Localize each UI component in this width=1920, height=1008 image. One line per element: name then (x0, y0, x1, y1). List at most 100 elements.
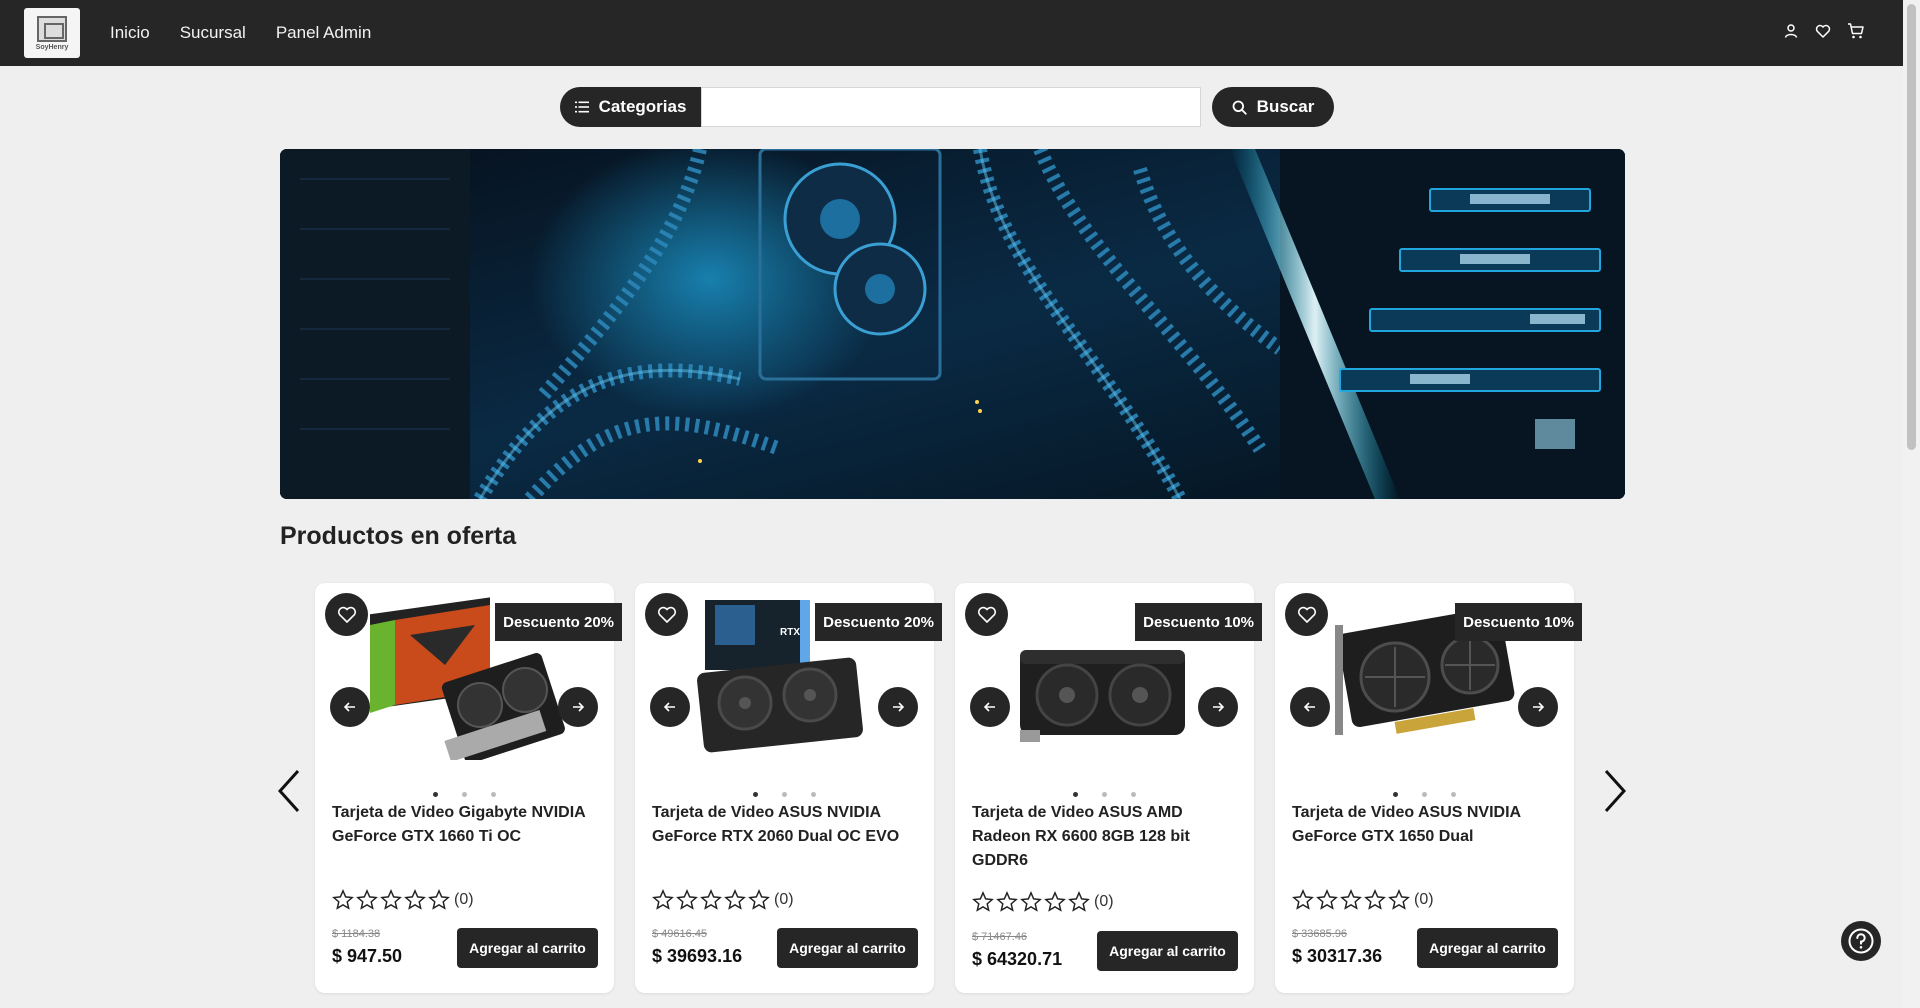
product-name[interactable]: Tarjeta de Video ASUS NVIDIA GeForce RTX… (652, 801, 922, 849)
star-icon[interactable] (996, 891, 1018, 913)
arrow-right-icon (573, 702, 584, 712)
star-icon[interactable] (1068, 891, 1090, 913)
price: $ 30317.36 (1292, 946, 1383, 966)
list-icon (574, 101, 589, 113)
logo[interactable]: SoyHenry (24, 8, 80, 58)
heart-icon (657, 606, 676, 623)
favorite-button[interactable] (1285, 593, 1328, 636)
chevron-left-icon (277, 769, 300, 813)
image-next-button[interactable] (558, 687, 598, 727)
image-dot[interactable] (811, 792, 816, 797)
add-to-cart-button[interactable]: Agregar al carrito (1097, 931, 1238, 971)
review-count: (0) (454, 891, 474, 908)
favorite-button[interactable] (325, 593, 368, 636)
nav-link-sucursal[interactable]: Sucursal (180, 23, 246, 43)
image-prev-button[interactable] (330, 687, 370, 727)
page-scrollbar[interactable] (1903, 0, 1920, 1008)
star-icon[interactable] (356, 889, 378, 911)
favorite-button[interactable] (965, 593, 1008, 636)
product-card[interactable]: RTX Descuento 20% Tarjeta de Video ASUS … (635, 583, 942, 993)
categories-label: Categorias (598, 97, 687, 116)
product-name[interactable]: Tarjeta de Video Gigabyte NVIDIA GeForce… (332, 801, 602, 849)
star-icon[interactable] (428, 889, 450, 911)
image-prev-button[interactable] (1290, 687, 1330, 727)
star-icon[interactable] (652, 889, 674, 911)
arrow-left-icon (344, 702, 355, 712)
review-count: (0) (1094, 893, 1114, 910)
search-icon (1232, 100, 1247, 115)
star-icon[interactable] (1292, 889, 1314, 911)
star-icon[interactable] (700, 889, 722, 911)
star-icon[interactable] (1364, 889, 1386, 911)
product-card[interactable]: Descuento 10% Tarjeta de Video ASUS NVID… (1275, 583, 1582, 993)
star-icon[interactable] (1044, 891, 1066, 913)
product-card[interactable]: Descuento 10% Tarjeta de Video ASUS AMD … (955, 583, 1262, 993)
nav-link-panel-admin[interactable]: Panel Admin (276, 23, 371, 43)
image-dot[interactable] (753, 792, 758, 797)
star-icon[interactable] (676, 889, 698, 911)
heart-icon[interactable] (1815, 23, 1831, 44)
star-icon[interactable] (404, 889, 426, 911)
image-dot[interactable] (462, 792, 467, 797)
heart-icon (1297, 606, 1316, 623)
favorite-button[interactable] (645, 593, 688, 636)
star-icon[interactable] (1020, 891, 1042, 913)
arrow-right-icon (893, 702, 904, 712)
image-dot[interactable] (782, 792, 787, 797)
star-icon[interactable] (332, 889, 354, 911)
arrow-left-icon (1304, 702, 1315, 712)
star-icon[interactable] (972, 891, 994, 913)
user-icon[interactable] (1783, 23, 1799, 44)
product-name[interactable]: Tarjeta de Video ASUS NVIDIA GeForce GTX… (1292, 801, 1562, 849)
rating-stars: (0) (332, 889, 474, 911)
logo-text: SoyHenry (35, 43, 69, 51)
star-icon[interactable] (380, 889, 402, 911)
image-dot[interactable] (433, 792, 438, 797)
image-next-button[interactable] (1518, 687, 1558, 727)
help-button[interactable] (1841, 921, 1881, 961)
heart-icon (337, 606, 356, 623)
image-dots (635, 792, 934, 797)
star-icon[interactable] (724, 889, 746, 911)
arrow-left-icon (664, 702, 675, 712)
old-price: $ 1184.38 (332, 928, 381, 940)
image-dot[interactable] (1451, 792, 1456, 797)
add-to-cart-button[interactable]: Agregar al carrito (777, 928, 918, 968)
image-dot[interactable] (1393, 792, 1398, 797)
top-navbar: SoyHenry Inicio Sucursal Panel Admin (0, 0, 1903, 66)
nav-icons (1783, 22, 1865, 45)
image-prev-button[interactable] (970, 687, 1010, 727)
categories-button[interactable]: Categorias (560, 87, 701, 127)
star-icon[interactable] (1388, 889, 1410, 911)
product-card[interactable]: Descuento 20% Tarjeta de Video Gigabyte … (315, 583, 622, 993)
image-next-button[interactable] (878, 687, 918, 727)
chip-logo-icon (37, 15, 67, 42)
image-dot[interactable] (491, 792, 496, 797)
svg-text:RTX: RTX (780, 627, 800, 638)
scrollbar-thumb[interactable] (1907, 4, 1916, 450)
search-button[interactable]: Buscar (1212, 87, 1334, 127)
image-dot[interactable] (1131, 792, 1136, 797)
image-prev-button[interactable] (650, 687, 690, 727)
product-name[interactable]: Tarjeta de Video ASUS AMD Radeon RX 6600… (972, 801, 1242, 873)
image-next-button[interactable] (1198, 687, 1238, 727)
star-icon[interactable] (748, 889, 770, 911)
nav-link-inicio[interactable]: Inicio (110, 23, 150, 43)
add-to-cart-button[interactable]: Agregar al carrito (457, 928, 598, 968)
carousel-next-button[interactable] (1596, 765, 1632, 817)
cart-icon[interactable] (1847, 22, 1865, 45)
hero-banner (280, 149, 1625, 499)
carousel-prev-button[interactable] (272, 765, 308, 817)
arrow-left-icon (984, 702, 995, 712)
pc-hardware-banner-image (280, 149, 1625, 499)
nav-links: Inicio Sucursal Panel Admin (110, 0, 371, 66)
star-icon[interactable] (1316, 889, 1338, 911)
image-dot[interactable] (1073, 792, 1078, 797)
image-dots (955, 792, 1254, 797)
add-to-cart-button[interactable]: Agregar al carrito (1417, 928, 1558, 968)
star-icon[interactable] (1340, 889, 1362, 911)
image-dot[interactable] (1102, 792, 1107, 797)
old-price: $ 33685.96 (1292, 928, 1348, 940)
image-dot[interactable] (1422, 792, 1427, 797)
search-input[interactable] (701, 87, 1201, 127)
